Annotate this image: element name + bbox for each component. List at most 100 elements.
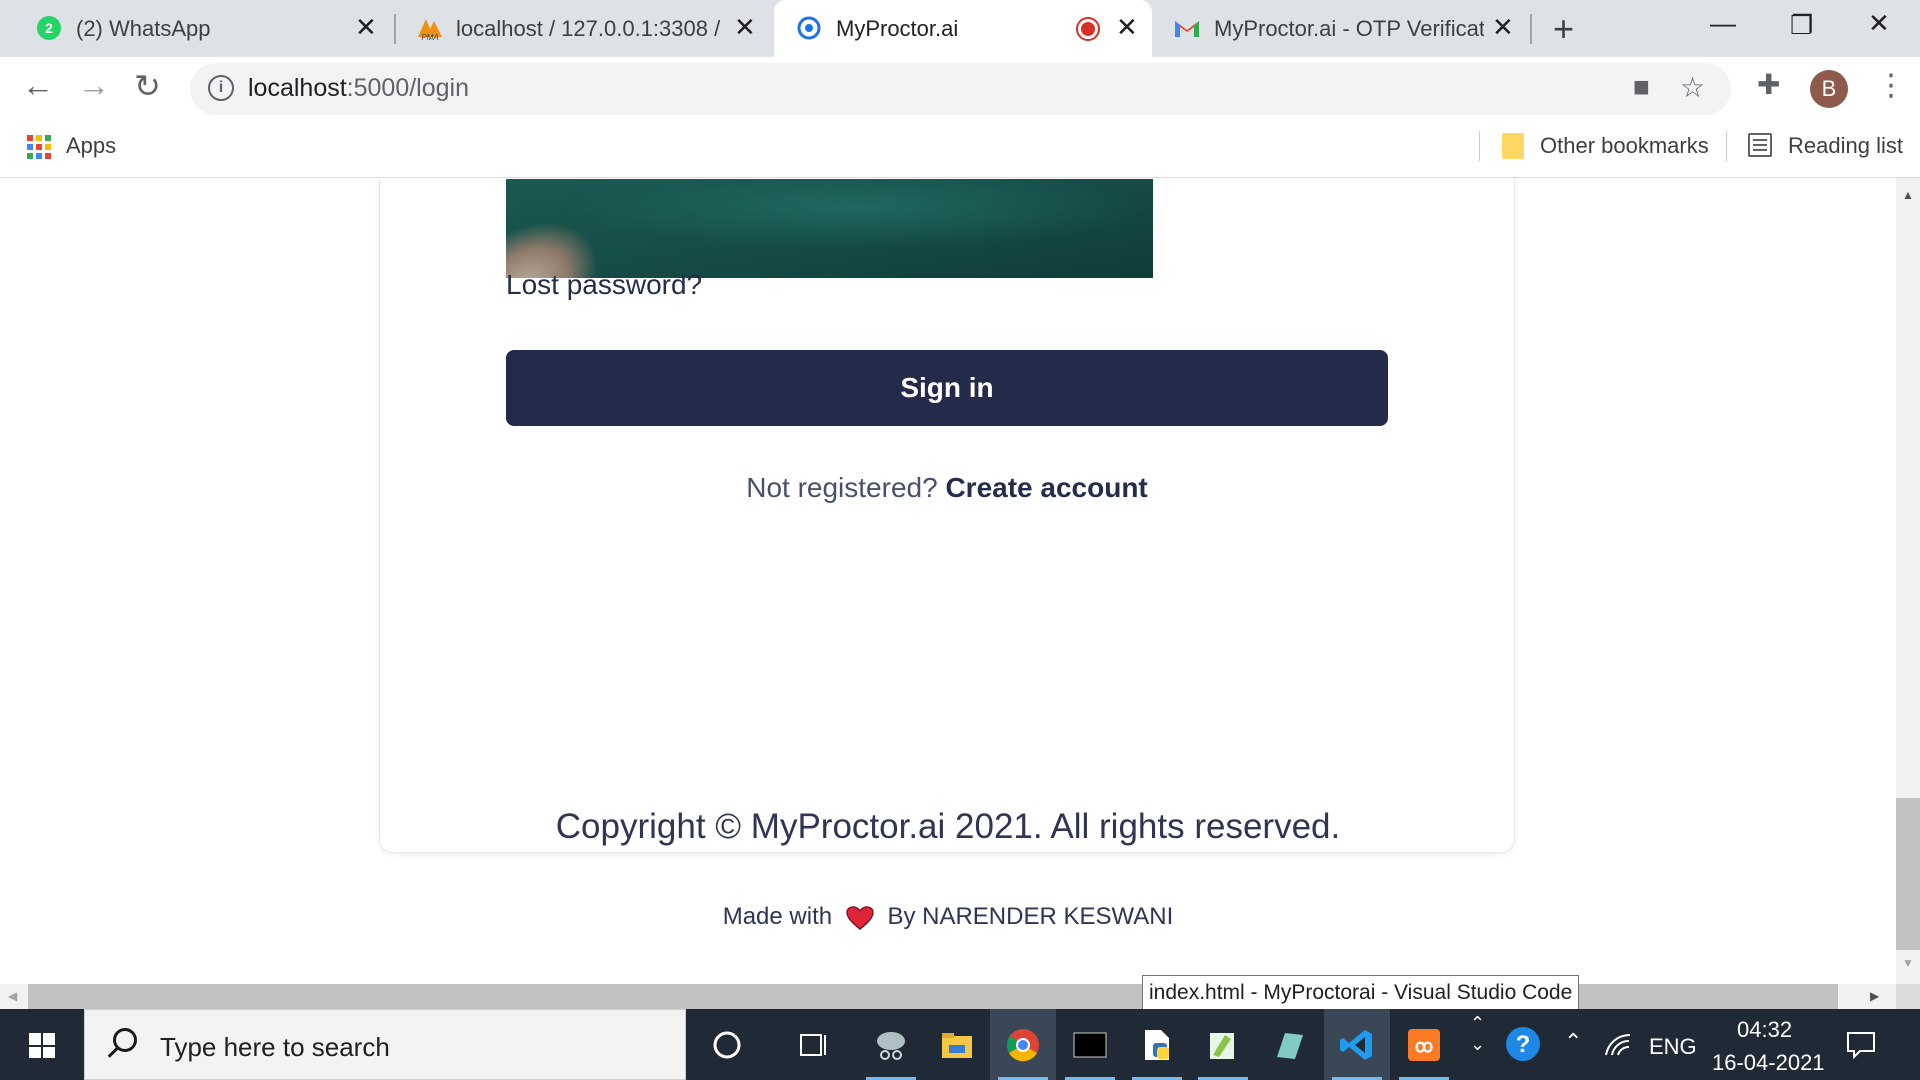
tab-strip: 2 (2) WhatsApp ✕ PMA localhost / 127.0.0… [0, 0, 1920, 57]
scroll-down-icon[interactable]: ▼ [1902, 956, 1914, 970]
star-icon[interactable]: ☆ [1680, 71, 1705, 104]
made-with-line: Made with By NARENDER KESWANI [0, 903, 1896, 931]
bookmarks-bar: Apps Other bookmarks Reading list [0, 119, 1920, 178]
tab-title: (2) WhatsApp [76, 15, 211, 41]
window-close-icon[interactable]: ✕ [1868, 8, 1890, 39]
not-registered-text: Not registered? [746, 472, 938, 503]
show-hidden-icons-icon[interactable]: ⌃ [1564, 1029, 1582, 1055]
tab-title: MyProctor.ai [836, 15, 959, 41]
browser-toolbar: ← → ↻ i localhost:5000/login ■ ☆ [0, 57, 1920, 119]
gmail-icon [1175, 21, 1199, 37]
folder-icon [1502, 133, 1524, 159]
lost-password-link[interactable]: Lost password? [506, 269, 702, 301]
taskbar-tooltip: index.html - MyProctorai - Visual Studio… [1142, 975, 1580, 1011]
apps-grid-icon[interactable] [27, 135, 51, 159]
sign-in-button[interactable]: Sign in [506, 350, 1388, 426]
tab-gmail[interactable]: MyProctor.ai - OTP Verificatio ✕ [1156, 0, 1526, 57]
webcam-preview [506, 179, 1153, 278]
snip-app[interactable] [858, 1009, 924, 1080]
taskbar-search[interactable]: Type here to search [84, 1009, 686, 1080]
close-tab-icon[interactable]: ✕ [1116, 12, 1138, 43]
reload-icon[interactable]: ↻ [134, 67, 161, 105]
clock-time[interactable]: 04:32 [1737, 1017, 1792, 1043]
url-host: localhost [248, 74, 347, 102]
minimize-icon[interactable]: — [1710, 8, 1736, 39]
info-icon[interactable]: i [208, 75, 234, 101]
tab-title: MyProctor.ai - OTP Verificatio [1214, 15, 1484, 41]
scroll-left-icon[interactable]: ◀ [8, 989, 17, 1003]
svg-text:ꝏ: ꝏ [1415, 1036, 1433, 1056]
help-icon[interactable]: ? [1504, 1025, 1542, 1063]
editor-icon [1277, 1033, 1303, 1059]
vertical-scrollbar[interactable]: ▲ ▼ [1896, 178, 1920, 984]
chrome-app[interactable] [990, 1009, 1056, 1080]
scroll-right-icon[interactable]: ▶ [1870, 989, 1879, 1003]
editor-app[interactable] [1256, 1009, 1322, 1080]
whatsapp-icon: 2 [37, 16, 61, 40]
author-text: By NARENDER KESWANI [887, 903, 1174, 930]
login-card: Lost password? Sign in Not registered? C… [379, 178, 1515, 853]
bookmark-apps[interactable]: Apps [66, 133, 116, 159]
python-file-icon [1145, 1030, 1169, 1060]
svg-text:?: ? [1516, 1031, 1531, 1058]
avatar[interactable]: B [1810, 70, 1848, 108]
file-explorer-app[interactable] [924, 1009, 990, 1080]
svg-text:2: 2 [45, 20, 53, 36]
bookmark-reading-list[interactable]: Reading list [1788, 133, 1903, 159]
bookmark-other[interactable]: Other bookmarks [1540, 133, 1709, 159]
url-path: :5000/login [346, 74, 469, 102]
scroll-thumb[interactable] [1896, 798, 1920, 950]
close-tab-icon[interactable]: ✕ [1492, 12, 1514, 43]
scroll-corner [1896, 984, 1920, 1009]
back-arrow-icon[interactable]: ← [22, 67, 54, 104]
tab-separator [1530, 14, 1532, 44]
search-icon [113, 1028, 137, 1052]
close-tab-icon[interactable]: ✕ [734, 12, 756, 43]
new-tab-icon[interactable]: + [1553, 8, 1574, 50]
bookmark-separator [1479, 131, 1480, 161]
tab-phpmyadmin[interactable]: PMA localhost / 127.0.0.1:3308 / q ✕ [398, 0, 768, 57]
heart-icon [846, 905, 874, 930]
bookmark-separator [1726, 131, 1727, 161]
vscode-icon [1340, 1030, 1372, 1060]
made-with-text: Made with [722, 903, 833, 930]
forward-arrow-icon[interactable]: → [78, 67, 110, 104]
register-line: Not registered? Create account [380, 472, 1514, 504]
python-app[interactable] [1124, 1009, 1190, 1080]
vscode-app[interactable] [1324, 1009, 1390, 1080]
clock-date[interactable]: 16-04-2021 [1712, 1050, 1825, 1076]
url-text: localhost:5000/login [248, 74, 469, 103]
close-tab-icon[interactable]: ✕ [355, 12, 377, 43]
start-button[interactable] [0, 1009, 84, 1080]
chrome-icon [1007, 1029, 1039, 1062]
puzzle-icon[interactable]: ✚ [1757, 68, 1780, 101]
cortana-button[interactable] [694, 1009, 760, 1080]
address-bar[interactable]: i localhost:5000/login ■ ☆ [190, 63, 1731, 115]
taskbar: Type here to search ꝏ ⌃ ⌄ ? ⌃ ENG 04:32 … [0, 1009, 1920, 1080]
task-view-button[interactable] [780, 1009, 846, 1080]
taskbar-overflow-icon[interactable]: ⌃ ⌄ [1470, 1013, 1485, 1055]
notification-icon[interactable] [1846, 1031, 1876, 1059]
xampp-icon: ꝏ [1408, 1029, 1440, 1061]
notepad-plus-icon [1210, 1033, 1234, 1059]
search-placeholder: Type here to search [160, 1032, 390, 1062]
xampp-app[interactable]: ꝏ [1391, 1009, 1457, 1080]
restore-icon[interactable]: ❐ [1790, 10, 1813, 41]
page-viewport: Lost password? Sign in Not registered? C… [0, 178, 1896, 984]
tab-myproctor[interactable]: MyProctor.ai ✕ [774, 0, 1152, 57]
wifi-icon[interactable] [1604, 1031, 1632, 1057]
tab-whatsapp[interactable]: 2 (2) WhatsApp ✕ [20, 0, 390, 57]
windows-logo-icon [29, 1033, 55, 1058]
menu-dots-icon[interactable]: ⋮ [1876, 68, 1906, 103]
copyright-text: Copyright © MyProctor.ai 2021. All right… [555, 807, 1341, 846]
snipping-icon [877, 1032, 905, 1060]
camera-icon[interactable]: ■ [1633, 71, 1650, 103]
notepad-app[interactable] [1190, 1009, 1256, 1080]
horizontal-scrollbar[interactable]: ◀ ▶ [0, 984, 1896, 1009]
terminal-app[interactable] [1057, 1009, 1123, 1080]
create-account-link[interactable]: Create account [945, 472, 1147, 503]
cortana-icon [713, 1031, 741, 1059]
terminal-icon [1073, 1032, 1107, 1058]
language-indicator[interactable]: ENG [1649, 1034, 1697, 1060]
scroll-up-icon[interactable]: ▲ [1902, 188, 1914, 202]
